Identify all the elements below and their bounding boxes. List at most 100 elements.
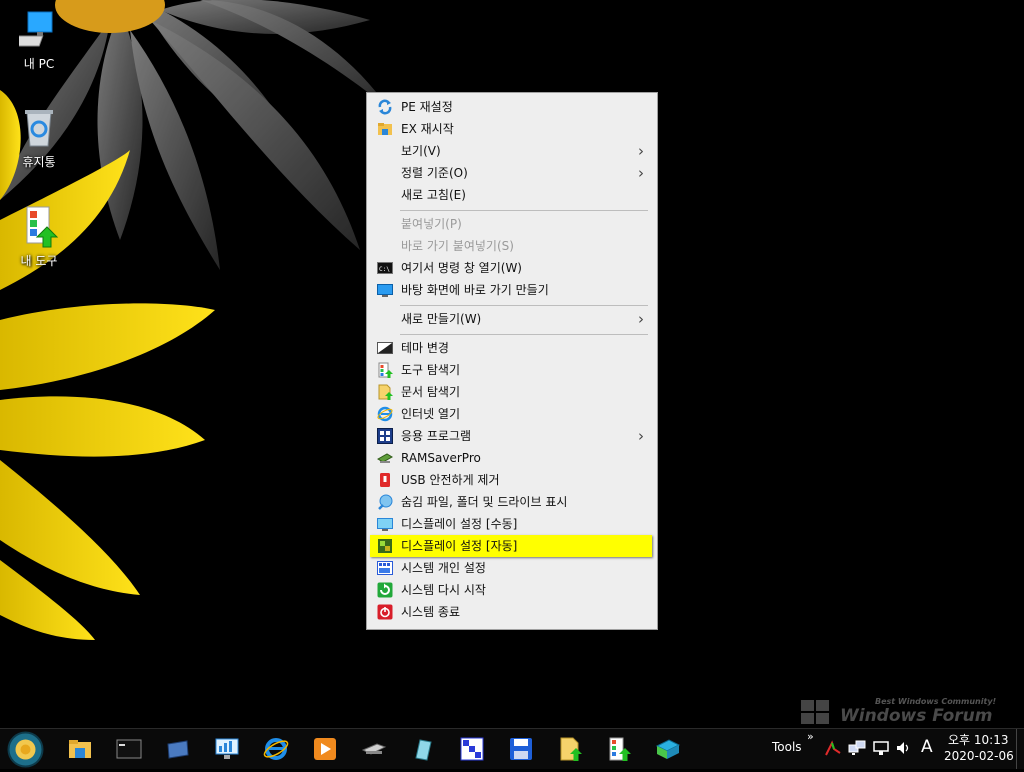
menu-item-new[interactable]: 새로 만들기(W) › (370, 308, 652, 330)
menu-item-label: 여기서 명령 창 열기(W) (401, 261, 522, 275)
command-prompt-icon: C:\ (377, 262, 393, 274)
tray-volume-icon[interactable] (895, 739, 913, 757)
menu-item-view[interactable]: 보기(V) › (370, 140, 652, 162)
applications-icon (377, 428, 393, 444)
menu-item-change-theme[interactable]: 테마 변경 (370, 337, 652, 359)
menu-item-label: RAMSaverPro (401, 451, 481, 465)
desktop-icon-label: 내 PC (23, 57, 55, 71)
submenu-arrow-icon: › (638, 164, 644, 182)
tray-network-icon[interactable] (872, 739, 890, 757)
show-desktop-button[interactable] (1016, 729, 1023, 769)
menu-item-label: 디스플레이 설정 [수동] (401, 517, 518, 531)
menu-item-create-desktop-shortcut[interactable]: 바탕 화면에 바로 가기 만들기 (370, 279, 652, 301)
taskbar-explorer[interactable] (67, 736, 93, 762)
menu-item-show-hidden-files[interactable]: 숨김 파일, 폴더 및 드라이브 표시 (370, 491, 652, 513)
menu-item-usb-safe-remove[interactable]: USB 안전하게 제거 (370, 469, 652, 491)
desktop-icon-recycle-bin[interactable]: 휴지통 (7, 106, 71, 170)
taskbar-drive-tool[interactable] (361, 736, 387, 762)
document-explorer-icon (378, 384, 393, 400)
menu-item-system-personalize[interactable]: 시스템 개인 설정 (370, 557, 652, 579)
menu-item-label: 응용 프로그램 (401, 429, 472, 443)
taskbar-monitor[interactable] (214, 736, 240, 762)
tray-pen-icon[interactable] (824, 739, 842, 757)
taskbar-disk-tool[interactable] (165, 736, 191, 762)
menu-item-refresh[interactable]: 새로 고침(E) (370, 184, 652, 206)
desktop-icon-my-tools[interactable]: 내 도구 (7, 205, 71, 269)
submenu-arrow-icon: › (638, 310, 644, 328)
watermark-brand: Windows Forum (840, 706, 993, 726)
menu-item-label: USB 안전하게 제거 (401, 473, 500, 487)
menu-item-label: 시스템 개인 설정 (401, 561, 486, 575)
menu-separator (400, 210, 648, 211)
tray-overflow-chevron-icon[interactable]: » (807, 730, 814, 743)
computer-icon (8, 11, 53, 47)
start-button[interactable] (7, 731, 44, 768)
watermark-tagline: Best Windows Community! (875, 697, 997, 706)
menu-item-label: 숨김 파일, 폴더 및 드라이브 표시 (401, 495, 568, 509)
taskbar-command-prompt[interactable] (116, 736, 142, 762)
input-method-indicator[interactable]: A (921, 737, 933, 757)
menu-item-label: 새로 만들기(W) (401, 312, 482, 326)
menu-item-document-explorer[interactable]: 문서 탐색기 (370, 381, 652, 403)
taskbar-media-player[interactable] (312, 736, 338, 762)
tools-toolbar-label[interactable]: Tools (772, 740, 802, 754)
usb-eject-icon (380, 473, 390, 487)
taskbar-pixel-tool[interactable] (459, 736, 485, 762)
watermark-logo: Best Windows Community! Windows Forum (800, 697, 996, 727)
menu-item-display-settings-manual[interactable]: 디스플레이 설정 [수동] (370, 513, 652, 535)
taskbar-save[interactable] (508, 736, 534, 762)
pen-tool-icon (415, 739, 432, 761)
explorer-folder-icon (378, 123, 392, 135)
submenu-arrow-icon: › (638, 427, 644, 445)
menu-item-label: EX 재시작 (401, 122, 454, 136)
document-explorer-icon (560, 737, 582, 761)
drive-icon (361, 743, 387, 755)
menu-item-label: 인터넷 열기 (401, 407, 461, 421)
menu-item-system-restart[interactable]: 시스템 다시 시작 (370, 579, 652, 601)
menu-item-sort-by[interactable]: 정렬 기준(O) › (370, 162, 652, 184)
taskbar-internet-explorer[interactable] (263, 736, 289, 762)
taskbar-pen-tool[interactable] (410, 736, 436, 762)
menu-item-tools-explorer[interactable]: 도구 탐색기 (370, 359, 652, 381)
svg-text:C:\: C:\ (379, 266, 390, 273)
menu-item-ramsaverpro[interactable]: RAMSaverPro (370, 447, 652, 469)
menu-item-label: 시스템 다시 시작 (401, 583, 486, 597)
network-tool-icon (655, 739, 681, 759)
clock-time[interactable]: 오후 10:13 (948, 731, 1008, 748)
floppy-disk-icon (510, 738, 532, 760)
menu-item-applications[interactable]: 응용 프로그램 › (370, 425, 652, 447)
menu-item-open-command-window[interactable]: C:\ 여기서 명령 창 열기(W) (370, 257, 652, 279)
tools-explorer-icon (26, 206, 59, 248)
desktop-shortcut-icon (377, 284, 393, 297)
display-manual-icon (377, 518, 393, 531)
display-auto-icon (378, 539, 392, 553)
personalize-icon (377, 561, 393, 575)
menu-item-system-shutdown[interactable]: 시스템 종료 (370, 601, 652, 623)
taskbar-tools-explorer[interactable] (606, 736, 632, 762)
recycle-bin-icon (25, 110, 53, 147)
theme-icon (377, 342, 393, 354)
ramsaver-icon (377, 453, 393, 463)
desktop-icon-label: 휴지통 (22, 155, 56, 169)
desktop-icon-my-pc[interactable]: 내 PC (7, 8, 71, 72)
menu-item-paste-shortcut: 바로 가기 붙여넣기(S) (370, 235, 652, 257)
tools-explorer-icon (609, 737, 631, 761)
clock-date[interactable]: 2020-02-06 (944, 749, 1014, 763)
folder-icon (69, 740, 91, 758)
menu-item-ex-restart[interactable]: EX 재시작 (370, 118, 652, 140)
menu-item-label: 새로 고침(E) (401, 188, 466, 202)
tray-network-share-icon[interactable] (848, 739, 866, 757)
menu-separator (400, 305, 648, 306)
flower-center (55, 0, 165, 33)
menu-item-label: 디스플레이 설정 [자동] (401, 539, 518, 553)
internet-explorer-icon (377, 406, 393, 422)
menu-item-label: 바로 가기 붙여넣기(S) (401, 239, 514, 253)
menu-item-open-internet[interactable]: 인터넷 열기 (370, 403, 652, 425)
disk-tool-icon (167, 740, 189, 759)
taskbar-network-tool[interactable] (655, 736, 681, 762)
menu-item-pe-reset[interactable]: PE 재설정 (370, 96, 652, 118)
pixel-tool-icon (460, 737, 484, 761)
media-player-icon (314, 738, 336, 760)
taskbar-document-explorer[interactable] (557, 736, 583, 762)
menu-item-display-settings-auto[interactable]: 디스플레이 설정 [자동] (370, 535, 652, 557)
